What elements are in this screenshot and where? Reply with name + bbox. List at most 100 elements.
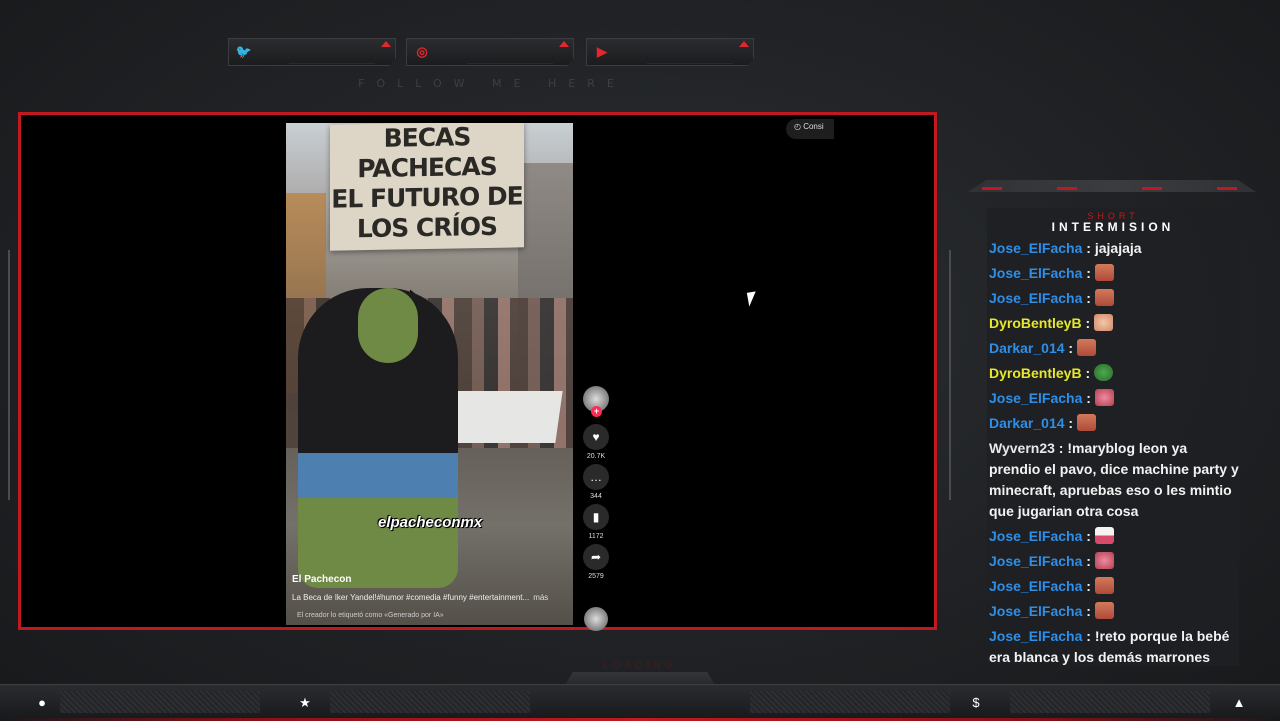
chat-panel[interactable]: SHORT INTERMISION Jose_ElFacha : jajajaj… (987, 208, 1239, 666)
heart-icon: ♥ (583, 424, 609, 450)
video-watermark: elpacheconmx (378, 514, 483, 531)
chat-separator: : (1082, 578, 1095, 594)
emote-face-icon (1094, 289, 1114, 306)
chat-message: DyroBentleyB : (989, 363, 1241, 384)
chat-separator: : (1082, 628, 1095, 644)
chat-username[interactable]: Darkar_014 (989, 340, 1065, 356)
dollar-icon[interactable]: $ (967, 694, 985, 712)
chat-username[interactable]: Jose_ElFacha (989, 290, 1082, 306)
twitter-icon: 🐦 (235, 44, 253, 59)
chat-message: Darkar_014 : (989, 413, 1241, 434)
chat-text: jajajaja (1094, 240, 1142, 256)
creator-name[interactable]: El Pachecon (292, 574, 351, 585)
more-link[interactable]: más (533, 593, 548, 602)
banner-line: BECAS (383, 123, 471, 153)
chat-username[interactable]: DyroBentleyB (989, 365, 1082, 381)
chat-messages: Jose_ElFacha : jajajaja Jose_ElFacha : Jo… (989, 238, 1241, 672)
grille-decoration (60, 691, 260, 713)
comment-count: 344 (590, 493, 602, 500)
table-image (450, 391, 563, 443)
follow-plus-icon[interactable]: + (591, 406, 602, 417)
loading-text: LOADING (603, 660, 677, 671)
chat-separator: : (1082, 553, 1095, 569)
chat-header-decoration (968, 180, 1256, 192)
chat-username[interactable]: Darkar_014 (989, 415, 1065, 431)
chat-separator: : (1082, 265, 1095, 281)
emote-frog-icon (1094, 364, 1114, 381)
video-player[interactable]: BECAS PACHECAS EL FUTURO DE LOS CRÍOS el… (286, 123, 573, 625)
chat-message: Jose_ElFacha : (989, 388, 1241, 409)
rocket-icon[interactable]: ▲ (1230, 694, 1248, 712)
chat-message: Darkar_014 : (989, 338, 1241, 359)
chat-username[interactable]: Jose_ElFacha (989, 603, 1082, 619)
chat-username[interactable]: DyroBentleyB (989, 315, 1082, 331)
divider (289, 63, 375, 64)
chat-username[interactable]: Jose_ElFacha (989, 578, 1082, 594)
emote-pink-icon (1094, 552, 1114, 569)
share-count: 2579 (588, 573, 604, 580)
triangle-marker (559, 41, 569, 47)
banner-line: LOS CRÍOS (356, 211, 498, 244)
chat-separator: : (1054, 440, 1068, 456)
emote-face-icon (1094, 264, 1114, 281)
chat-username[interactable]: Wyvern23 (989, 440, 1055, 456)
bottom-bar: ● ★ $ ▲ (0, 684, 1280, 721)
banner-line: PACHECAS (357, 151, 497, 184)
twitter-link[interactable]: 🐦 (228, 38, 396, 66)
caption-text: La Beca de Iker Yandel!#humor #comedia #… (292, 593, 530, 602)
triangle-marker (739, 41, 749, 47)
character-head (358, 288, 418, 363)
chat-message: Jose_ElFacha : (989, 551, 1241, 572)
share-button[interactable]: ➦ 2579 (580, 544, 612, 580)
grille-decoration (330, 691, 530, 713)
instagram-link[interactable]: ◎ (406, 38, 574, 66)
chat-message: Jose_ElFacha : (989, 263, 1241, 284)
chat-username[interactable]: Jose_ElFacha (989, 265, 1082, 281)
emote-face-icon (1076, 339, 1096, 356)
chat-message: Jose_ElFacha : !reto porque la bebé era … (989, 626, 1241, 668)
emote-face-icon (1094, 577, 1114, 594)
chat-username[interactable]: Jose_ElFacha (989, 240, 1082, 256)
consi-label: Consi (803, 122, 824, 131)
comment-button[interactable]: … 344 (580, 464, 612, 500)
emote-pink-icon (1094, 389, 1114, 406)
chat-username[interactable]: Jose_ElFacha (989, 528, 1082, 544)
chat-separator: : (1064, 340, 1077, 356)
chat-username[interactable]: Jose_ElFacha (989, 390, 1082, 406)
emote-cake-icon (1094, 527, 1114, 544)
chat-message: Wyvern23 : !maryblog leon ya prendio el … (989, 438, 1241, 522)
chat-separator: : (1081, 315, 1095, 331)
consi-button[interactable]: ◴ Consi (786, 119, 834, 139)
comment-icon: … (583, 464, 609, 490)
like-button[interactable]: ♥ 20.7K (580, 424, 612, 460)
triangle-marker (381, 41, 391, 47)
video-caption: La Beca de Iker Yandel!#humor #comedia #… (292, 593, 548, 602)
youtube-icon: ▶ (597, 44, 607, 59)
ai-generated-note: El creador lo etiquetó como «Generado po… (297, 612, 444, 619)
chat-message: DyroBentleyB : (989, 313, 1241, 334)
chat-title-big: INTERMISION (1051, 220, 1175, 234)
emote-face-icon (1094, 602, 1114, 619)
chat-username[interactable]: Jose_ElFacha (989, 553, 1082, 569)
chat-message: Jose_ElFacha : (989, 576, 1241, 597)
save-count: 1172 (588, 533, 604, 540)
chat-separator: : (1064, 415, 1077, 431)
chat-username[interactable]: Jose_ElFacha (989, 628, 1082, 644)
share-icon: ➦ (583, 544, 609, 570)
chat-separator: : (1082, 603, 1095, 619)
creator-avatar-button[interactable]: + (580, 386, 612, 417)
follow-me-text: FOLLOW ME HERE (358, 77, 626, 90)
chat-separator: : (1082, 390, 1095, 406)
emote-face-icon (1076, 414, 1096, 431)
star-icon[interactable]: ★ (296, 694, 314, 712)
banner-line: EL FUTURO DE (331, 181, 523, 214)
chat-separator: : (1082, 240, 1095, 256)
chat-separator: : (1082, 528, 1095, 544)
user-icon[interactable]: ● (33, 694, 51, 712)
chat-message: Jose_ElFacha : (989, 288, 1241, 309)
chat-title: SHORT INTERMISION (987, 211, 1239, 234)
save-button[interactable]: ▮ 1172 (580, 504, 612, 540)
music-avatar[interactable] (584, 607, 608, 631)
like-count: 20.7K (586, 453, 606, 460)
youtube-link[interactable]: ▶ (586, 38, 754, 66)
